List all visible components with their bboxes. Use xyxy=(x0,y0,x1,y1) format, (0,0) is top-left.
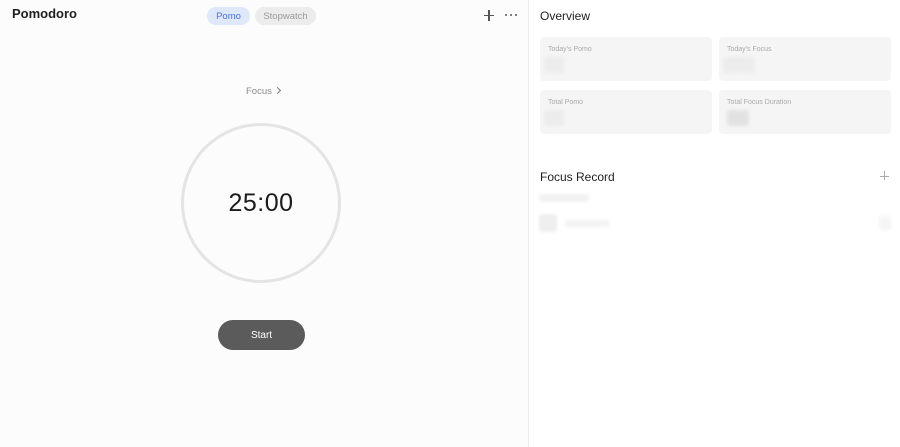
tab-stopwatch[interactable]: Stopwatch xyxy=(255,7,316,25)
stat-card-label: Total Pomo xyxy=(548,99,584,106)
stat-card-label: Today's Pomo xyxy=(548,46,592,53)
record-date-placeholder xyxy=(539,194,589,202)
app-title: Pomodoro xyxy=(12,6,77,21)
plus-icon[interactable] xyxy=(483,8,495,22)
timer-pane: Pomodoro Pomo Stopwatch Focus 25:00 Star… xyxy=(0,0,529,447)
focus-record-title: Focus Record xyxy=(540,170,615,184)
tab-pomo[interactable]: Pomo xyxy=(207,7,250,25)
stat-card-todays-focus: Today's Focus xyxy=(719,37,891,81)
record-text-placeholder xyxy=(565,220,609,227)
stat-card-label: Today's Focus xyxy=(727,46,772,53)
stats-pane: Overview Today's Pomo Today's Focus Tota… xyxy=(529,0,900,447)
list-item[interactable] xyxy=(539,214,891,234)
record-duration-placeholder xyxy=(879,216,891,230)
more-icon[interactable] xyxy=(504,8,518,22)
stat-value-placeholder xyxy=(544,57,564,73)
stat-card-total-focus-duration: Total Focus Duration xyxy=(719,90,891,134)
timer-display: 25:00 xyxy=(228,188,294,217)
chevron-right-icon xyxy=(273,86,281,95)
focus-label: Focus xyxy=(246,86,272,97)
overview-title: Overview xyxy=(540,9,591,23)
stat-value-placeholder xyxy=(723,57,755,73)
focus-selector[interactable]: Focus xyxy=(246,86,281,97)
stat-value-placeholder xyxy=(544,110,564,126)
stat-card-label: Total Focus Duration xyxy=(727,99,792,106)
stat-card-todays-pomo: Today's Pomo xyxy=(540,37,712,81)
start-button[interactable]: Start xyxy=(218,320,305,350)
stat-card-total-pomo: Total Pomo xyxy=(540,90,712,134)
add-record-icon[interactable] xyxy=(880,170,890,182)
record-icon xyxy=(539,214,557,232)
stat-value-placeholder xyxy=(727,110,749,126)
